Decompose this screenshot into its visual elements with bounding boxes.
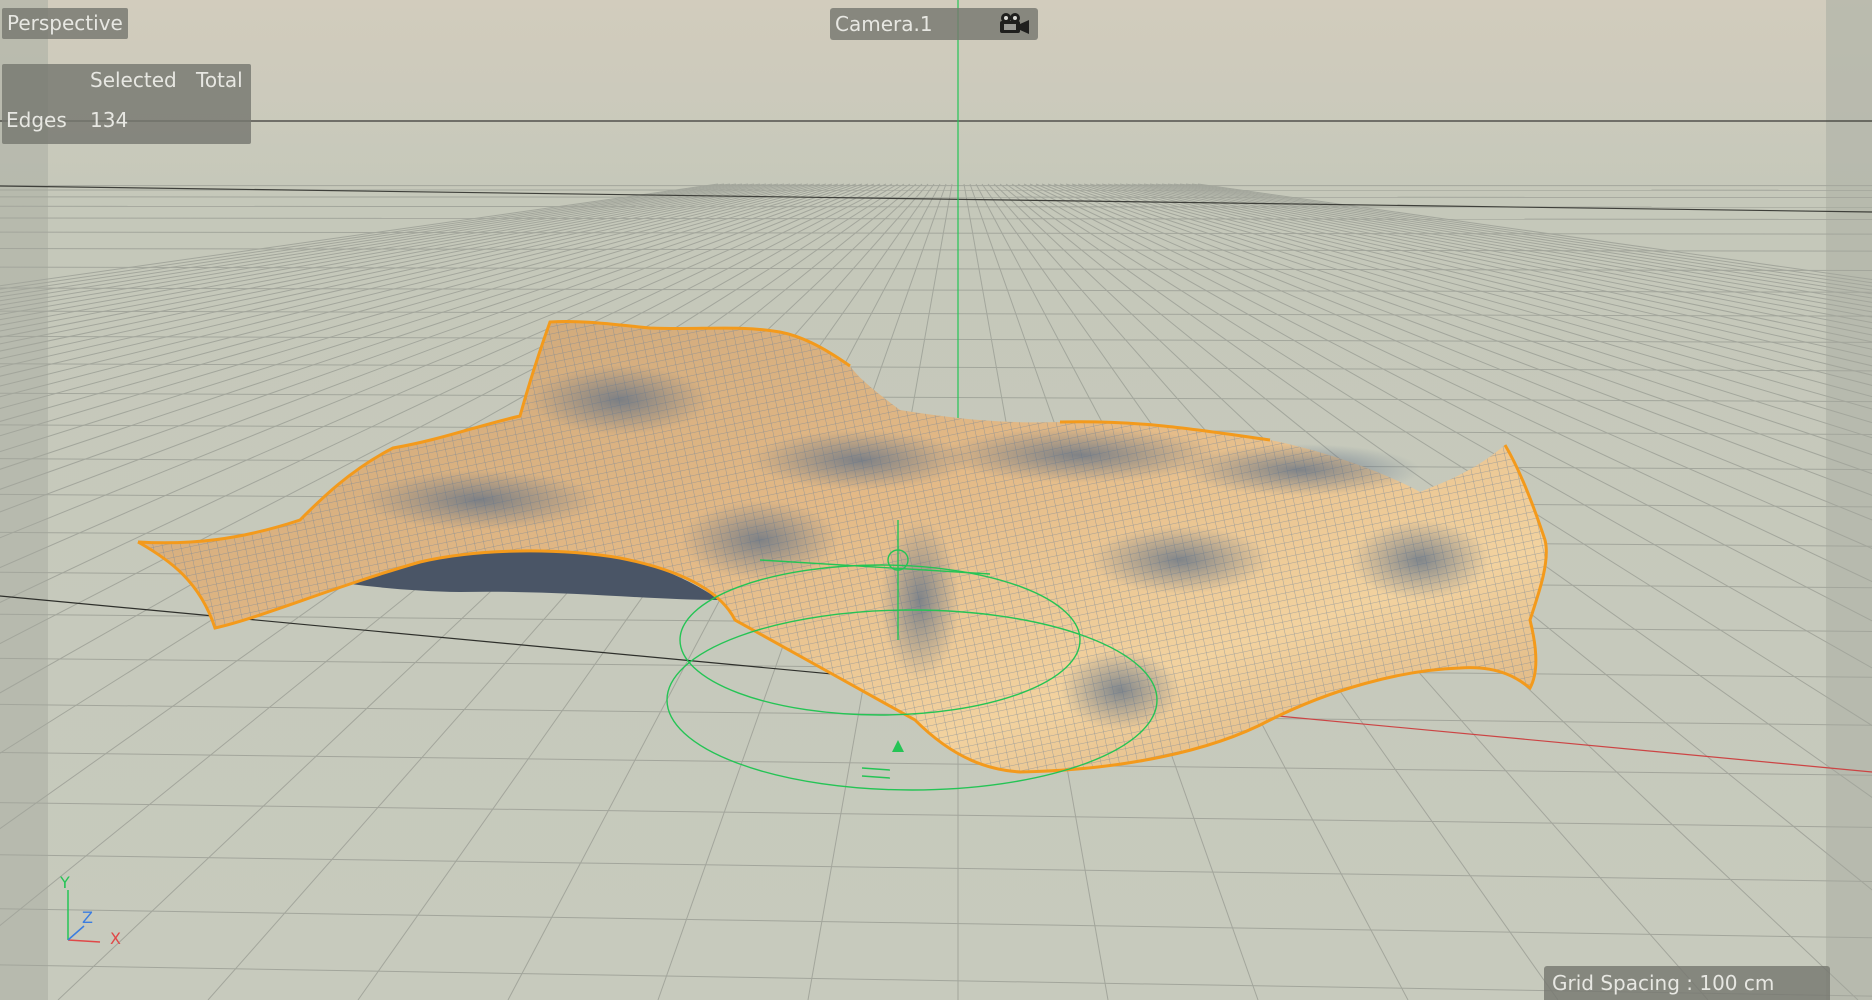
view-name-label[interactable]: Perspective: [2, 8, 128, 39]
axis-label-z: Z: [82, 908, 93, 927]
cloth-fold: [1060, 650, 1180, 730]
cloth-fold: [1180, 444, 1420, 496]
cloth-fold: [360, 470, 600, 530]
camera-name: Camera.1: [835, 12, 933, 36]
camera-icon[interactable]: [998, 12, 1032, 36]
cloth-fold: [940, 427, 1220, 483]
axis-label-y: Y: [59, 873, 70, 892]
grid-line: [0, 196, 1872, 198]
cloth-fold: [1090, 526, 1270, 594]
cloth-fold: [680, 500, 840, 580]
stats-header-total: Total: [196, 68, 243, 92]
selection-stats-panel: Selected Total Edges 134: [2, 64, 251, 144]
stats-row-label: Edges: [6, 108, 67, 132]
viewport-scene[interactable]: [0, 0, 1872, 1000]
cloth-fold: [1350, 520, 1490, 600]
stats-header-selected: Selected: [90, 68, 177, 92]
camera-selector[interactable]: Camera.1: [830, 8, 1038, 40]
grid-spacing-label: Grid Spacing : 100 cm: [1544, 966, 1830, 1000]
safe-frame-right: [1826, 0, 1872, 1000]
stats-row-selected: 134: [90, 108, 129, 132]
safe-frame-left: [0, 0, 48, 1000]
cloth-fold: [530, 365, 710, 435]
axis-indicator: Y Z X: [59, 873, 121, 948]
perspective-viewport[interactable]: Perspective Camera.1 Selected Total Edge…: [0, 0, 1872, 1000]
cloth-fold: [750, 430, 970, 490]
axis-label-x: X: [110, 929, 121, 948]
cloth-fold: [880, 520, 960, 680]
